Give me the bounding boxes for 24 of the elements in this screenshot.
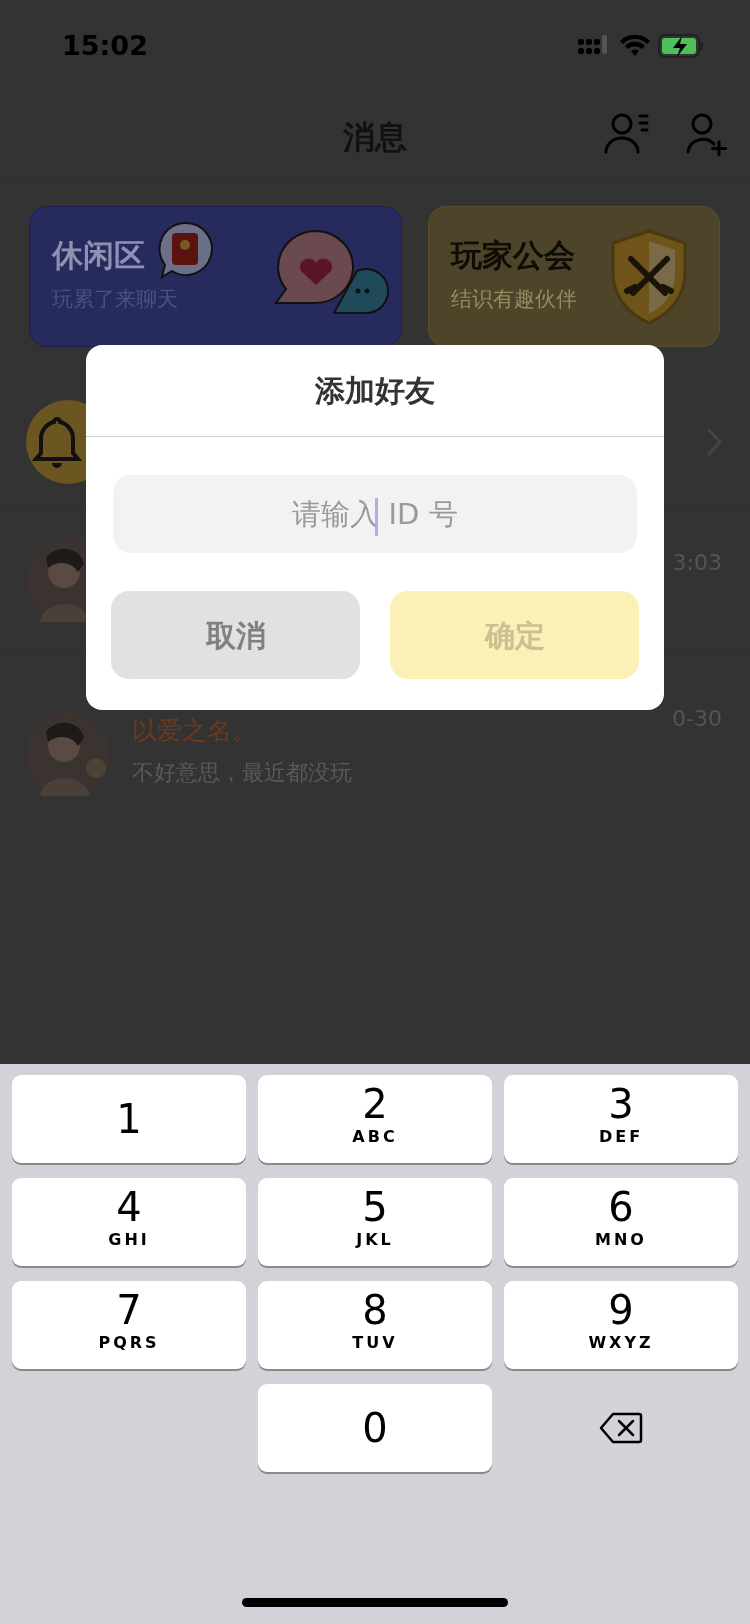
keypad-key[interactable]: 0 (258, 1384, 492, 1472)
input-field[interactable]: 请输入 ID 号 (113, 475, 637, 553)
add-friend-icon[interactable] (686, 112, 728, 156)
keypad-key[interactable]: 9 WXYZ (504, 1281, 738, 1369)
keypad-key[interactable]: 6 MNO (504, 1178, 738, 1266)
backspace-icon[interactable] (599, 1412, 643, 1444)
card-subtitle: 结识有趣伙伴 (451, 286, 577, 314)
keypad-key[interactable]: 5 JKL (258, 1178, 492, 1266)
keypad-key[interactable]: 4 GHI (12, 1178, 246, 1266)
bell-icon (26, 400, 86, 484)
shield-swords-icon (609, 229, 689, 325)
wifi-icon (620, 35, 650, 57)
keypad-key[interactable]: 1 (12, 1075, 246, 1163)
battery-icon (658, 34, 704, 58)
envelope-bubble-icon (158, 221, 214, 279)
keypad-key[interactable]: 2 ABC (258, 1075, 492, 1163)
contact-name: 以爱之名。 (132, 715, 257, 747)
contacts-list-icon[interactable] (604, 112, 650, 154)
card-title: 休闲区 (52, 237, 145, 275)
keypad-key[interactable]: 8 TUV (258, 1281, 492, 1369)
keypad-key[interactable]: 3 DEF (504, 1075, 738, 1163)
card-title: 玩家公会 (451, 237, 575, 275)
keypad-key[interactable]: 7 PQRS (12, 1281, 246, 1369)
dialog-title: 添加好友 (315, 372, 435, 410)
